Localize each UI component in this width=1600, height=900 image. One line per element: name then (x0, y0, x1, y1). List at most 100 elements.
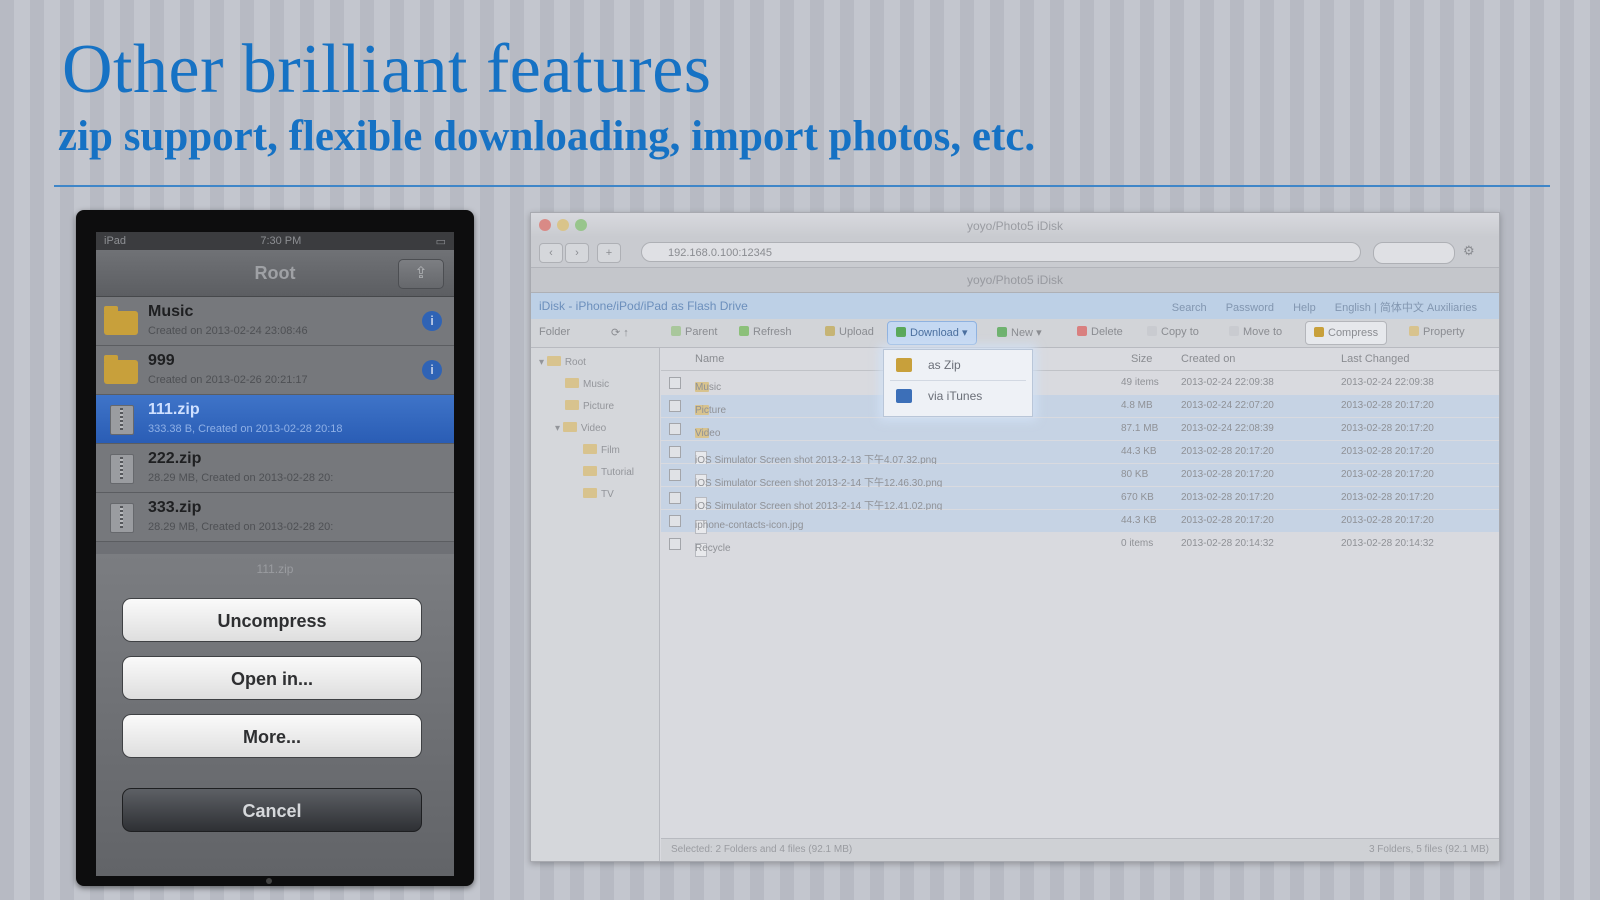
parent-button[interactable]: Parent (671, 326, 717, 338)
open-in-button[interactable]: Open in... (122, 656, 422, 700)
row-name-text: Picture (695, 405, 727, 416)
file-details: Created on 2013-02-26 20:21:17 (148, 374, 308, 386)
row-created: 2013-02-24 22:08:39 (1181, 423, 1274, 434)
table-row[interactable]: Picture 4.8 MB 2013-02-24 22:07:20 2013-02-… (661, 395, 1499, 417)
upload-button[interactable]: Upload (825, 326, 874, 338)
ipad-device: iPad 7:30 PM ▭ Root ⇪ Music Created on 20… (76, 210, 474, 886)
action-icon[interactable]: ⇪ (398, 259, 444, 289)
tree-item-tutorial[interactable]: Tutorial (583, 466, 634, 478)
tree-item-music[interactable]: Music (565, 378, 609, 390)
row-created: 2013-02-28 20:14:32 (1181, 538, 1274, 549)
row-changed: 2013-02-24 22:09:38 (1341, 377, 1434, 388)
folder-icon (562, 422, 577, 432)
row-size: 4.8 MB (1121, 400, 1153, 411)
download-button[interactable]: Download ▾ (887, 321, 977, 345)
row-name-text: Recycle (695, 543, 731, 554)
refresh-button[interactable]: Refresh (739, 326, 792, 338)
column-changed[interactable]: Last Changed (1341, 353, 1410, 365)
add-bookmark-icon[interactable]: + (597, 243, 621, 263)
tree-item-tv[interactable]: TV (583, 488, 614, 500)
row-changed: 2013-02-28 20:17:20 (1341, 515, 1434, 526)
row-created: 2013-02-28 20:17:20 (1181, 515, 1274, 526)
breadcrumb[interactable]: iDisk - iPhone/iPod/iPad as Flash Drive (539, 299, 748, 313)
tree-item-film[interactable]: Film (583, 444, 620, 456)
file-row[interactable]: 999 Created on 2013-02-26 20:21:17 i (96, 346, 454, 395)
row-size: 0 items (1121, 538, 1154, 549)
file-row[interactable]: 333.zip 28.29 MB, Created on 2013-02-28 2… (96, 493, 454, 542)
file-details: 333.38 B, Created on 2013-02-28 20:18 (148, 423, 343, 435)
compress-button[interactable]: Compress (1305, 321, 1388, 345)
tree-item-label: Film (601, 445, 620, 456)
folder-icon (565, 378, 579, 388)
column-name[interactable]: Name (695, 353, 724, 365)
gear-icon[interactable]: ⚙ (1463, 243, 1481, 261)
file-row[interactable]: 111.zip 333.38 B, Created on 2013-02-28 2… (96, 395, 454, 444)
row-size: 87.1 MB (1121, 423, 1159, 434)
table-row[interactable]: Video 87.1 MB 2013-02-24 22:08:39 2013-02-2… (661, 418, 1499, 440)
tab-idisk[interactable]: yoyo/Photo5 iDisk (531, 273, 1499, 287)
row-changed: 2013-02-28 20:17:20 (1341, 469, 1434, 480)
tree-item-label: Picture (583, 401, 615, 412)
info-icon[interactable]: i (422, 360, 442, 380)
row-checkbox[interactable] (669, 538, 681, 550)
row-checkbox[interactable] (669, 400, 681, 412)
tree-item-label: Root (564, 357, 586, 368)
row-changed: 2013-02-28 20:14:32 (1341, 538, 1434, 549)
download-icon (896, 327, 906, 337)
column-created[interactable]: Created on (1181, 353, 1235, 365)
table-row[interactable]: Recycle 0 items 2013-02-28 20:14:32 2013-02… (661, 533, 1499, 557)
password-link[interactable]: Password (1226, 302, 1274, 314)
refresh-tree-icon[interactable]: ⟳ ↑ (611, 326, 629, 339)
divider (54, 185, 1550, 187)
menu-item-label: via iTunes (928, 389, 983, 403)
row-name-text: Music (695, 382, 722, 393)
download-via-itunes-item[interactable]: via iTunes (884, 381, 1032, 411)
row-created: 2013-02-24 22:09:38 (1181, 377, 1274, 388)
file-name: 222.zip (148, 450, 202, 467)
battery-icon: ▭ (435, 235, 446, 248)
copy-to-button[interactable]: Copy to (1147, 326, 1199, 338)
download-as-zip-item[interactable]: as Zip (884, 350, 1032, 380)
url-field[interactable]: 192.168.0.100:12345 (641, 242, 1361, 262)
grid-header: Name Size Created on Last Changed (661, 348, 1499, 371)
property-button[interactable]: Property (1409, 326, 1465, 338)
table-row[interactable]: iOS Simulator Screen shot 2013-2-14 下午12… (661, 487, 1499, 512)
cancel-button[interactable]: Cancel (122, 788, 422, 832)
row-checkbox[interactable] (669, 469, 681, 481)
file-details: 28.29 MB, Created on 2013-02-28 20: (148, 472, 334, 484)
file-name: 333.zip (148, 499, 202, 516)
table-row[interactable]: iphone-contacts-icon.jpg 44.3 KB 2013-02-2… (661, 510, 1499, 534)
move-to-button[interactable]: Move to (1229, 326, 1282, 338)
delete-button[interactable]: Delete (1077, 326, 1123, 338)
row-checkbox[interactable] (669, 515, 681, 527)
help-link[interactable]: Help (1293, 302, 1316, 314)
column-size[interactable]: Size (1131, 353, 1152, 365)
search-link[interactable]: Search (1172, 302, 1207, 314)
back-icon[interactable]: ‹ (539, 243, 563, 263)
search-field[interactable] (1373, 242, 1455, 264)
row-checkbox[interactable] (669, 446, 681, 458)
new-button[interactable]: New ▾ (997, 326, 1042, 339)
tree-item-root[interactable]: ▾ Root (539, 356, 586, 368)
folder-label: Folder (539, 326, 571, 338)
table-row[interactable]: iOS Simulator Screen shot 2013-2-13 下午4.… (661, 441, 1499, 466)
row-created: 2013-02-28 20:17:20 (1181, 469, 1274, 480)
uncompress-button[interactable]: Uncompress (122, 598, 422, 642)
row-checkbox[interactable] (669, 423, 681, 435)
table-row[interactable]: iOS Simulator Screen shot 2013-2-14 下午12… (661, 464, 1499, 489)
file-row[interactable]: 222.zip 28.29 MB, Created on 2013-02-28 2… (96, 444, 454, 493)
status-bar: Selected: 2 Folders and 4 files (92.1 MB… (661, 838, 1499, 861)
compress-label: Compress (1328, 327, 1379, 339)
tree-item-picture[interactable]: Picture (565, 400, 614, 412)
info-icon[interactable]: i (422, 311, 442, 331)
home-button[interactable] (266, 878, 272, 884)
upload-icon (825, 326, 835, 336)
tree-item-video[interactable]: ▾ Video (555, 422, 606, 434)
table-row[interactable]: Music 49 items 2013-02-24 22:09:38 2013-02-… (661, 372, 1499, 394)
forward-icon[interactable]: › (565, 243, 589, 263)
more-button[interactable]: More... (122, 714, 422, 758)
row-checkbox[interactable] (669, 377, 681, 389)
language-link[interactable]: English | 简体中文 Auxiliaries (1335, 302, 1477, 314)
row-checkbox[interactable] (669, 492, 681, 504)
file-row[interactable]: Music Created on 2013-02-24 23:08:46 i (96, 297, 454, 346)
